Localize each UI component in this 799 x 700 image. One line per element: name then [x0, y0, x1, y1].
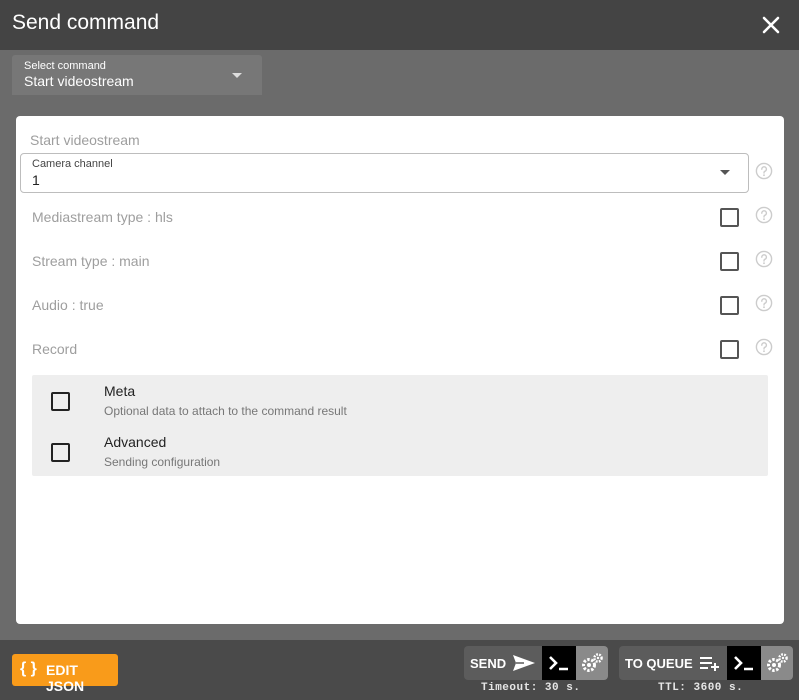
close-button[interactable] — [757, 11, 785, 39]
to-queue-label: TO QUEUE — [625, 655, 693, 671]
stream-type-label: Stream type : main — [32, 253, 150, 269]
send-terminal-button[interactable] — [542, 646, 577, 680]
help-icon[interactable] — [755, 250, 773, 268]
terminal-icon — [549, 656, 569, 671]
ttl-caption: TTL: 3600 s. — [658, 682, 744, 694]
advanced-subtitle: Sending configuration — [104, 455, 221, 469]
to-queue-button[interactable]: TO QUEUE — [619, 646, 727, 680]
send-button[interactable]: SEND — [464, 646, 543, 680]
chevron-down-icon — [232, 73, 242, 78]
timeout-caption: Timeout: 30 s. — [481, 682, 581, 694]
advanced-title: Advanced — [104, 434, 167, 450]
playlist-add-icon — [699, 657, 719, 671]
help-icon[interactable] — [755, 338, 773, 356]
terminal-icon — [733, 656, 753, 671]
audio-label: Audio : true — [32, 297, 104, 313]
gears-icon — [766, 653, 788, 672]
command-select-value: Start videostream — [24, 73, 134, 89]
camera-channel-label: Camera channel — [32, 158, 113, 170]
audio-checkbox[interactable] — [720, 296, 739, 315]
meta-checkbox[interactable] — [51, 392, 70, 411]
gears-icon — [582, 653, 603, 672]
help-icon[interactable] — [755, 206, 773, 224]
camera-channel-value: 1 — [32, 172, 40, 188]
edit-json-button[interactable]: { } EDIT JSON — [12, 654, 118, 694]
queue-settings-button[interactable] — [760, 646, 793, 680]
options-panel: Meta Optional data to attach to the comm… — [32, 375, 768, 476]
chevron-down-icon — [720, 170, 730, 175]
command-select[interactable]: Select command Start videostream — [12, 55, 262, 95]
record-label: Record — [32, 341, 78, 357]
dialog-footer: { } EDIT JSON SEND Timeout: 30 s. TO QUE… — [0, 640, 799, 700]
meta-subtitle: Optional data to attach to the command r… — [104, 404, 347, 418]
form-section-title: Start videostream — [30, 132, 140, 148]
help-icon[interactable] — [755, 294, 773, 312]
camera-channel-select[interactable]: Camera channel 1 — [20, 153, 749, 193]
queue-terminal-button[interactable] — [726, 646, 761, 680]
send-label: SEND — [470, 655, 507, 671]
command-select-label: Select command — [24, 60, 106, 72]
send-button-group: SEND — [464, 646, 609, 680]
help-icon[interactable] — [755, 162, 773, 180]
meta-title: Meta — [104, 383, 136, 399]
advanced-checkbox[interactable] — [51, 443, 70, 462]
record-checkbox[interactable] — [720, 340, 739, 359]
command-form: Start videostream Camera channel 1 Media… — [16, 116, 784, 624]
mediastream-type-checkbox[interactable] — [720, 208, 739, 227]
close-icon — [762, 16, 780, 34]
mediastream-type-label: Mediastream type : hls — [32, 209, 173, 225]
command-bar: Select command Start videostream — [0, 50, 799, 100]
dialog-title: Send command — [12, 11, 160, 34]
queue-button-group: TO QUEUE — [619, 646, 793, 680]
stream-type-checkbox[interactable] — [720, 252, 739, 271]
edit-json-label: EDIT JSON — [46, 662, 85, 694]
braces-icon: { } — [20, 660, 37, 677]
send-settings-button[interactable] — [576, 646, 609, 680]
dialog-header: Send command — [0, 0, 799, 50]
send-icon — [513, 655, 536, 671]
